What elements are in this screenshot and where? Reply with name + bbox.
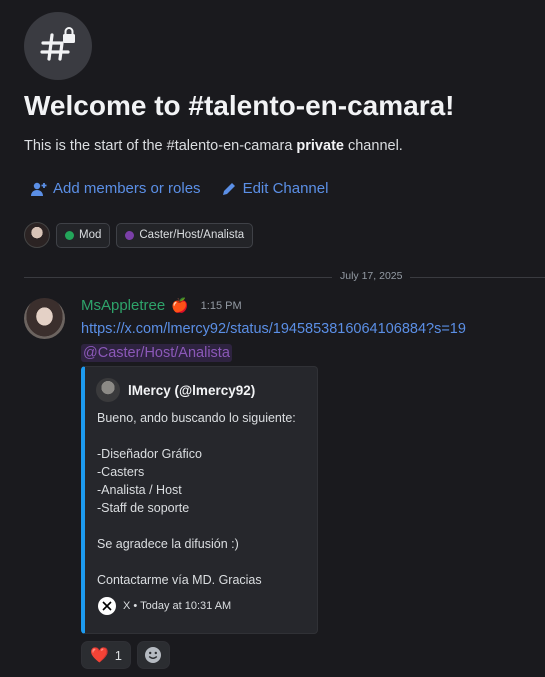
role-label: Caster/Host/Analista (139, 229, 245, 241)
heart-reaction[interactable]: ❤️ 1 (81, 641, 131, 669)
subtitle-text-end: channel. (343, 138, 403, 154)
role-pill-caster[interactable]: Caster/Host/Analista (116, 222, 254, 248)
embed-line: -Staff de soporte (97, 501, 190, 515)
role-row: Mod Caster/Host/Analista (24, 222, 254, 248)
timestamp[interactable]: 1:15 PM (201, 300, 242, 312)
add-members-button[interactable]: Add members or roles (30, 180, 201, 197)
embed-line: -Casters (97, 465, 145, 479)
embed-line: Bueno, ando buscando lo siguiente: (97, 411, 296, 425)
embed-line (97, 553, 312, 571)
message-header: MsAppletree 🍎 1:15 PM (81, 297, 242, 314)
embed-line: Contactarme vía MD. Gracias (97, 573, 262, 587)
embed-line: Se agradece la difusión :) (97, 537, 239, 551)
embed-description: Bueno, ando buscando lo siguiente: -Dise… (97, 409, 312, 589)
smiley-icon (145, 647, 162, 663)
embed-author-name: lMercy (@lmercy92) (128, 382, 256, 398)
welcome-title: Welcome to #talento-en-camara! (24, 90, 455, 121)
embed-line: -Diseñador Gráfico (97, 447, 202, 461)
pencil-icon (222, 182, 235, 195)
role-dot (125, 230, 135, 240)
embed-footer-text: X • Today at 10:31 AM (123, 600, 232, 612)
edit-channel-label: Edit Channel (242, 180, 329, 197)
edit-channel-button[interactable]: Edit Channel (221, 180, 329, 197)
subtitle-private: private (296, 138, 344, 154)
hash-lock-icon (40, 27, 75, 61)
subtitle-text: This is the start of the #talento-en-cam… (24, 138, 297, 154)
date-divider (24, 277, 545, 278)
x-logo-icon (98, 597, 116, 615)
role-mention[interactable]: @Caster/Host/Analista (81, 344, 232, 362)
welcome-subtitle: This is the start of the #talento-en-cam… (24, 138, 403, 154)
tweet-link[interactable]: https://x.com/lmercy92/status/1945853816… (81, 321, 466, 337)
add-members-icon (31, 182, 47, 196)
member-avatar[interactable] (24, 222, 50, 248)
add-reaction-button[interactable] (136, 641, 170, 669)
embed-line (97, 517, 312, 535)
embed-author[interactable]: lMercy (@lmercy92) (96, 378, 255, 402)
avatar[interactable] (24, 298, 65, 339)
add-members-label: Add members or roles (53, 180, 201, 197)
apple-badge-icon: 🍎 (171, 297, 189, 313)
role-dot (65, 230, 74, 240)
reaction-count: 1 (114, 647, 122, 663)
role-label: Mod (79, 229, 102, 241)
embed-footer: X • Today at 10:31 AM (98, 597, 231, 615)
reactions: ❤️ 1 (81, 641, 170, 669)
link-embed: lMercy (@lmercy92) Bueno, ando buscando … (81, 366, 318, 634)
embed-line (97, 427, 312, 445)
channel-actions: Add members or roles Edit Channel (30, 180, 328, 197)
embed-author-avatar (96, 378, 120, 402)
channel-icon (24, 12, 92, 80)
heart-icon: ❤️ (90, 647, 109, 664)
embed-line: -Analista / Host (97, 483, 182, 497)
role-pill-mod[interactable]: Mod (56, 222, 111, 248)
username[interactable]: MsAppletree (81, 297, 165, 314)
divider-date: July 17, 2025 (332, 270, 411, 282)
